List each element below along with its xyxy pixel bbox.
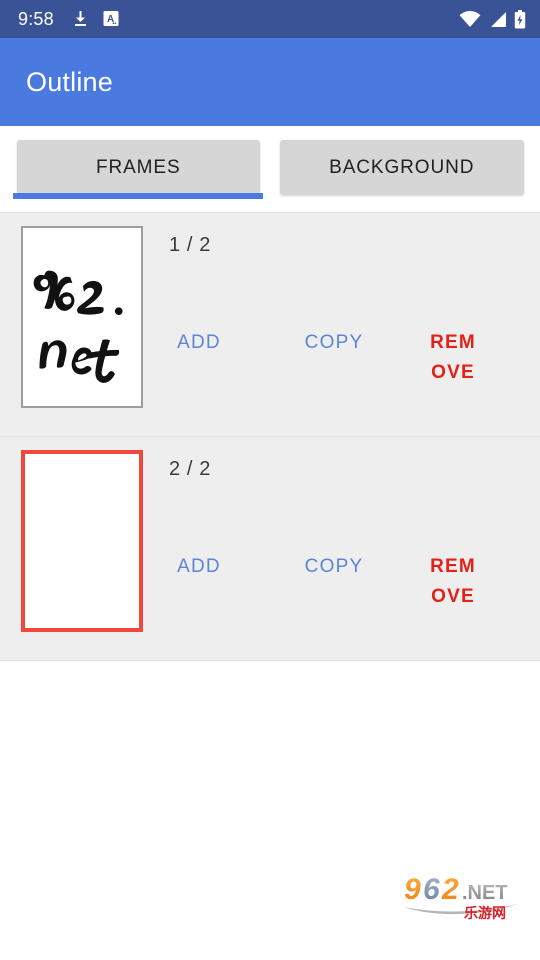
frame-thumbnail-2[interactable] [21, 450, 143, 632]
svg-text:2: 2 [441, 873, 459, 906]
svg-text:6: 6 [423, 873, 440, 906]
remove-button[interactable]: REMOVE [425, 552, 481, 612]
wifi-icon [459, 10, 481, 28]
tab-background-label: BACKGROUND [329, 156, 475, 178]
table-row[interactable]: 2 / 2 ADD COPY REMOVE [0, 437, 540, 661]
svg-text:9: 9 [404, 873, 421, 906]
app-bar: Outline [0, 38, 540, 126]
svg-text:.NET: .NET [462, 882, 508, 904]
tab-frames[interactable]: FRAMES [17, 140, 260, 195]
frame-row-body-1: 1 / 2 ADD COPY REMOVE [143, 226, 540, 408]
frame-thumbnail-1[interactable] [21, 226, 143, 408]
copy-button[interactable]: COPY [279, 552, 389, 582]
frame-counter-2: 2 / 2 [169, 458, 211, 480]
add-button[interactable]: ADD [149, 328, 249, 358]
frame-list: 1 / 2 ADD COPY REMOVE 2 / 2 ADD COPY REM… [0, 212, 540, 661]
page-title: Outline [26, 66, 113, 97]
frame-counter-1: 1 / 2 [169, 234, 211, 256]
add-button[interactable]: ADD [149, 552, 249, 582]
battery-charging-icon [514, 9, 526, 29]
frame-row-body-2: 2 / 2 ADD COPY REMOVE [143, 450, 540, 632]
tab-frames-label: FRAMES [95, 156, 181, 178]
tab-selected-indicator [13, 193, 263, 199]
status-bar: 9:58 A [0, 0, 540, 38]
empty-content-area: 9 6 2 .NET 乐游网 [0, 661, 540, 929]
handwritten-962-net-ink [33, 270, 123, 383]
table-row[interactable]: 1 / 2 ADD COPY REMOVE [0, 213, 540, 437]
translate-icon: A [103, 10, 119, 28]
site-watermark-962net: 9 6 2 .NET 乐游网 [402, 865, 534, 925]
status-bar-right-icons [459, 9, 526, 29]
download-icon [72, 10, 89, 28]
status-bar-clock: 9:58 [18, 8, 54, 29]
remove-button[interactable]: REMOVE [425, 328, 481, 388]
svg-text:乐游网: 乐游网 [464, 905, 506, 922]
tab-background[interactable]: BACKGROUND [279, 140, 524, 195]
frame-actions-1: ADD COPY REMOVE [143, 328, 540, 388]
cellular-signal-icon [488, 11, 507, 28]
tab-strip: FRAMES BACKGROUND [0, 126, 540, 212]
frame-actions-2: ADD COPY REMOVE [143, 552, 540, 612]
status-bar-left-icons: A [72, 10, 119, 28]
copy-button[interactable]: COPY [279, 328, 389, 358]
